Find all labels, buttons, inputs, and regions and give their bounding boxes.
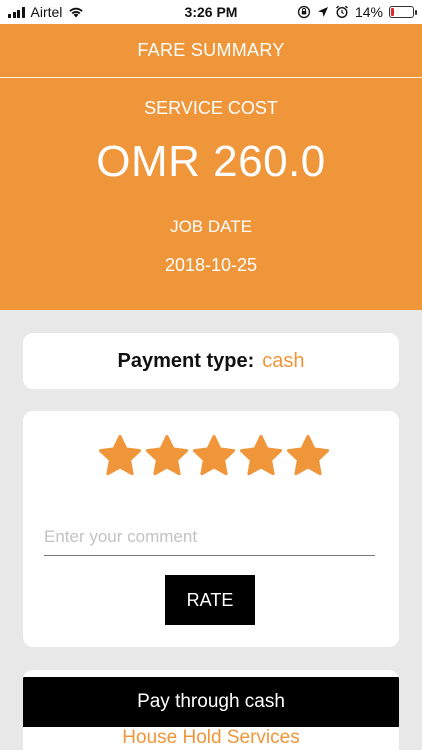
service-cost-label: SERVICE COST: [144, 98, 278, 118]
alarm-icon: [336, 5, 348, 19]
job-date-label: JOB DATE: [170, 217, 252, 236]
battery-percent: 14%: [354, 4, 383, 20]
star-icon[interactable]: [191, 433, 237, 479]
comment-input[interactable]: [44, 523, 375, 556]
job-date-value: 2018-10-25: [164, 255, 258, 275]
payment-type-value: cash: [262, 349, 305, 372]
orientation-lock-icon: [297, 5, 311, 19]
service-cost-amount: OMR 260.0: [96, 137, 326, 186]
page-title: FARE SUMMARY: [0, 24, 422, 78]
payment-type-label: Payment type:: [117, 349, 255, 372]
rate-button[interactable]: RATE: [165, 575, 255, 625]
battery-level: [391, 8, 394, 16]
fare-summary-header: FARE SUMMARY SERVICE COST OMR 260.0 JOB …: [0, 24, 422, 310]
star-rating[interactable]: [97, 433, 331, 479]
star-icon[interactable]: [285, 433, 331, 479]
pay-through-cash-button[interactable]: Pay through cash: [23, 677, 399, 727]
status-bar: Airtel 3:26 PM 14%: [0, 0, 422, 24]
rating-card: RATE: [23, 411, 399, 647]
payment-type-card: Payment type: cash: [23, 333, 399, 389]
location-arrow-icon: [317, 7, 328, 17]
house-hold-services-link[interactable]: House Hold Services: [23, 727, 399, 749]
bottom-card: Pay through cash House Hold Services: [23, 670, 399, 750]
battery-icon: [389, 6, 417, 18]
star-icon[interactable]: [144, 433, 190, 479]
status-right: 14%: [297, 4, 417, 20]
star-icon[interactable]: [97, 433, 143, 479]
star-icon[interactable]: [238, 433, 284, 479]
